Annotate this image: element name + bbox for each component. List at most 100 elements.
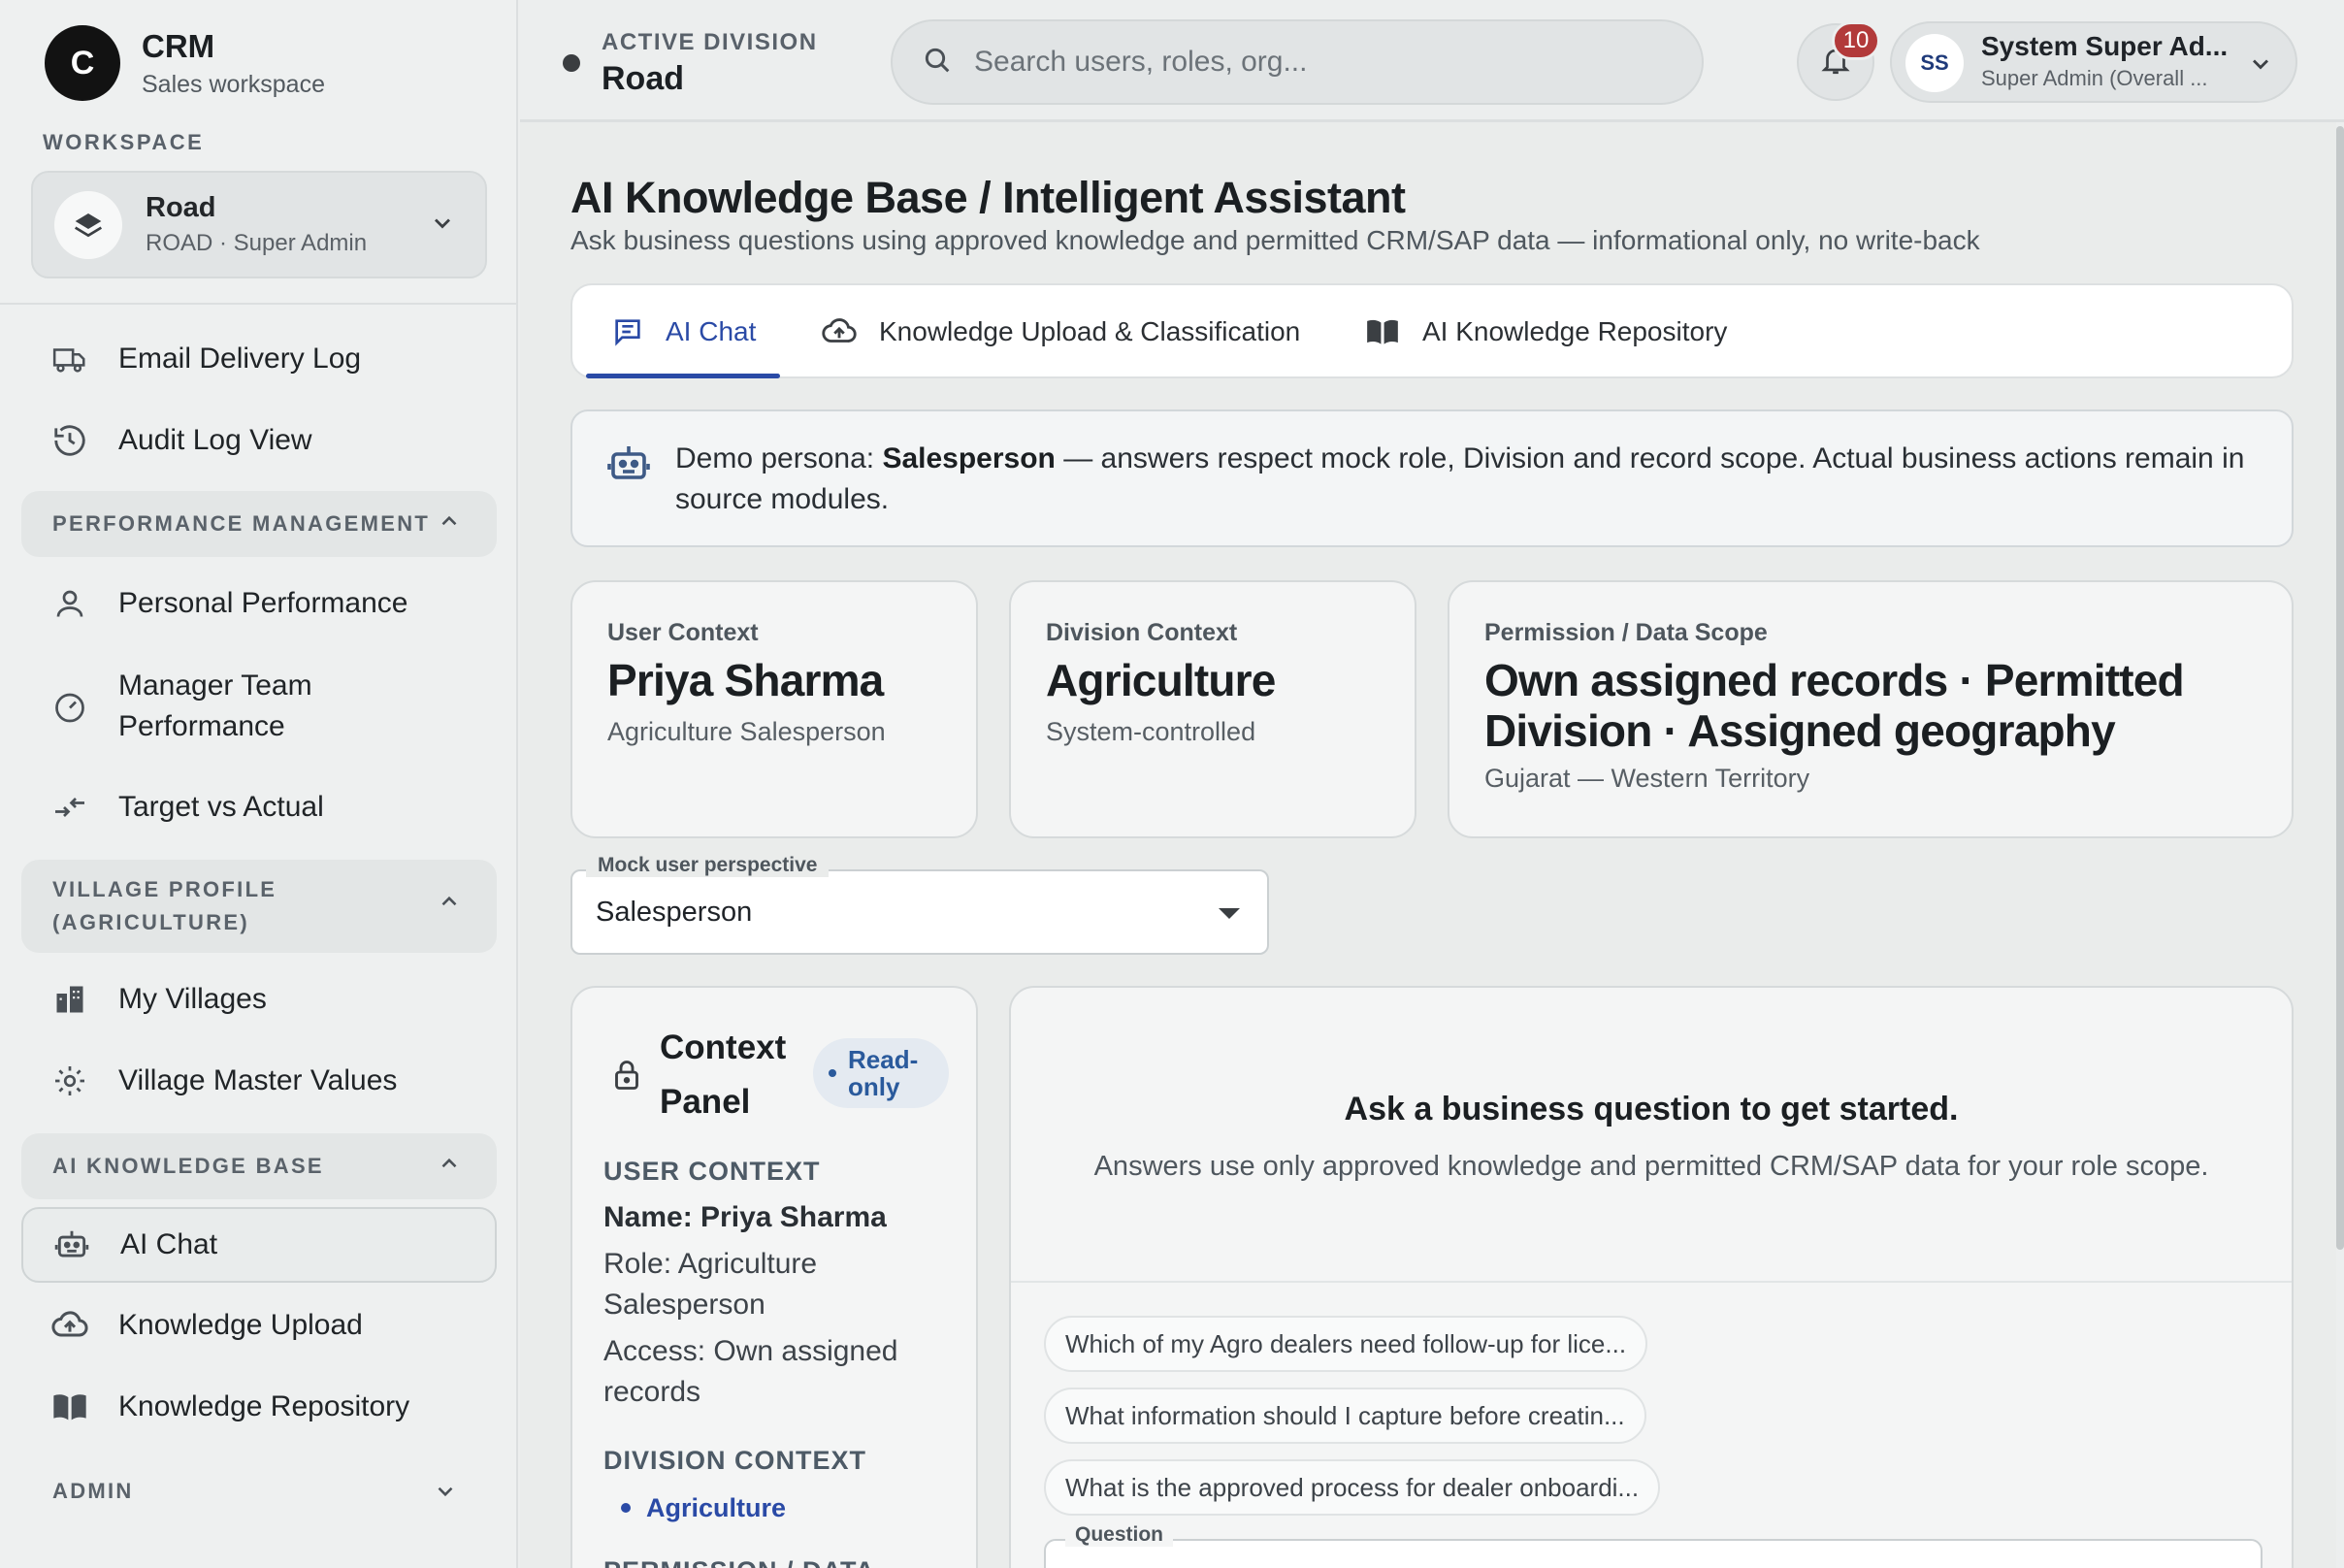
read-only-label: Read-only	[848, 1045, 919, 1101]
suggestion-chip[interactable]: What is the approved process for dealer …	[1044, 1459, 1661, 1516]
sidebar-item-label: Village Master Values	[118, 1064, 398, 1096]
cloud-upload-icon	[50, 1306, 89, 1345]
section-label: AI KNOWLEDGE BASE	[52, 1154, 324, 1178]
user-role-line: Role: Agriculture Salesperson	[603, 1248, 818, 1321]
history-icon	[50, 421, 89, 460]
division-chip: Agriculture	[621, 1486, 786, 1529]
card-subtext: Gujarat — Western Territory	[1484, 764, 1810, 793]
division-context-card: Division Context Agriculture System-cont…	[1009, 580, 1416, 838]
context-panel-title: Context Panel	[660, 1029, 787, 1121]
sidebar: C CRM Sales workspace WORKSPACE Road ROA…	[0, 0, 518, 1568]
sidebar-item-label: Personal Performance	[118, 587, 408, 619]
chat-empty-heading: Ask a business question to get started.	[1344, 1091, 1959, 1127]
sidebar-item-target-vs-actual[interactable]: Target vs Actual	[21, 776, 497, 838]
tab-ai-chat[interactable]: AI Chat	[611, 285, 756, 378]
persona-name: Salesperson	[882, 442, 1056, 474]
section-admin[interactable]: ADMIN	[52, 1479, 134, 1504]
section-performance-management[interactable]: PERFORMANCE MANAGEMENT	[21, 491, 497, 557]
division-context-heading: DIVISION CONTEXT	[603, 1446, 867, 1475]
chevron-down-icon	[2247, 50, 2274, 82]
mock-perspective-value: Salesperson	[596, 896, 753, 928]
sidebar-item-audit-log-view[interactable]: Audit Log View	[21, 411, 497, 470]
robot-icon	[605, 441, 652, 492]
sidebar-item-label: Email Delivery Log	[118, 343, 362, 375]
tab-bar: AI Chat Knowledge Upload & Classificatio…	[570, 283, 2294, 378]
book-icon	[50, 1388, 89, 1426]
sidebar-item-label: My Villages	[118, 983, 267, 1015]
sidebar-item-my-villages[interactable]: My Villages	[21, 968, 497, 1030]
card-label: User Context	[607, 619, 759, 646]
chevron-down-icon	[433, 1479, 458, 1509]
active-division-name: Road	[602, 60, 684, 97]
sidebar-item-ai-chat[interactable]: AI Chat	[21, 1207, 497, 1283]
search-input[interactable]	[974, 46, 1653, 79]
user-context-heading: USER CONTEXT	[603, 1157, 821, 1186]
brand-name: CRM	[142, 27, 215, 64]
page-title: AI Knowledge Base / Intelligent Assistan…	[570, 173, 1406, 222]
sidebar-item-knowledge-upload[interactable]: Knowledge Upload	[21, 1296, 497, 1355]
card-label: Permission / Data Scope	[1484, 619, 1768, 646]
user-name-line: Name: Priya Sharma	[603, 1197, 962, 1238]
chat-panel: Ask a business question to get started. …	[1009, 986, 2294, 1568]
card-value: Agriculture	[1046, 655, 1276, 705]
workspace-name: Road	[146, 192, 216, 223]
book-icon	[1364, 313, 1401, 350]
sidebar-item-label: Target vs Actual	[118, 791, 324, 823]
user-role: Super Admin (Overall ...	[1981, 66, 2208, 90]
sidebar-item-personal-performance[interactable]: Personal Performance	[21, 572, 497, 635]
tab-ai-knowledge-repository[interactable]: AI Knowledge Repository	[1364, 285, 1727, 378]
brand-logo: C	[45, 25, 120, 101]
division-status-dot	[563, 54, 580, 72]
tab-knowledge-upload[interactable]: Knowledge Upload & Classification	[821, 285, 1300, 378]
sidebar-item-label: Audit Log View	[118, 424, 312, 456]
mock-perspective-label: Mock user perspective	[586, 854, 830, 877]
section-label: VILLAGE PROFILE (AGRICULTURE)	[52, 877, 277, 934]
mock-perspective-select[interactable]: Salesperson	[570, 869, 1269, 955]
lock-icon	[609, 1056, 644, 1099]
card-label: Division Context	[1046, 619, 1238, 646]
chat-divider	[1011, 1281, 2292, 1283]
workspace-subtitle: ROAD · Super Admin	[146, 230, 368, 256]
layers-icon	[54, 190, 122, 259]
robot-icon	[52, 1225, 91, 1264]
suggestion-chip[interactable]: Which of my Agro dealers need follow-up …	[1044, 1316, 1648, 1372]
section-ai-knowledge-base[interactable]: AI KNOWLEDGE BASE	[21, 1133, 497, 1199]
name-label: Name:	[603, 1201, 701, 1233]
cloud-upload-icon	[821, 313, 858, 350]
sidebar-item-village-master-values[interactable]: Village Master Values	[21, 1050, 497, 1112]
card-subtext: System-controlled	[1046, 717, 1256, 746]
active-tab-indicator	[586, 374, 780, 378]
sidebar-item-label: Knowledge Repository	[118, 1390, 410, 1422]
page-subtitle: Ask business questions using approved kn…	[570, 225, 1980, 255]
tab-label: AI Chat	[666, 316, 757, 346]
brand-subtitle: Sales workspace	[142, 70, 325, 98]
suggestion-chip[interactable]: What information should I capture before…	[1044, 1388, 1646, 1444]
avatar: SS	[1905, 34, 1964, 92]
chat-icon	[611, 315, 644, 348]
question-input[interactable]	[1044, 1539, 2263, 1568]
user-menu[interactable]: SS System Super Ad... Super Admin (Overa…	[1890, 21, 2297, 103]
tab-label: Knowledge Upload & Classification	[879, 316, 1301, 346]
sidebar-divider	[0, 303, 516, 305]
sidebar-item-email-delivery-log[interactable]: Email Delivery Log	[21, 330, 497, 388]
chevron-down-icon	[429, 210, 456, 242]
section-village-profile[interactable]: VILLAGE PROFILE (AGRICULTURE)	[21, 860, 497, 953]
workspace-label: WORKSPACE	[43, 130, 205, 154]
sidebar-item-label: Knowledge Upload	[118, 1309, 363, 1341]
user-context-card: User Context Priya Sharma Agriculture Sa…	[570, 580, 978, 838]
persona-info-text: Demo persona: Salesperson — answers resp…	[675, 439, 2247, 520]
active-division-label: ACTIVE DIVISION	[602, 29, 818, 55]
chevron-up-icon	[437, 889, 462, 924]
division-chip-label: Agriculture	[646, 1492, 787, 1522]
workspace-selector[interactable]: Road ROAD · Super Admin	[31, 171, 487, 278]
user-access-line: Access: Own assigned records	[603, 1335, 898, 1408]
persona-info-prefix: Demo persona:	[675, 442, 883, 474]
sidebar-item-knowledge-repository[interactable]: Knowledge Repository	[21, 1378, 497, 1436]
chevron-up-icon	[437, 1151, 462, 1182]
sidebar-item-manager-team-performance[interactable]: Manager Team Performance	[21, 660, 497, 753]
compare-arrows-icon	[50, 788, 89, 827]
question-label: Question	[1065, 1523, 1174, 1547]
search-bar[interactable]	[891, 19, 1704, 105]
main-scrollbar[interactable]	[2336, 126, 2344, 1250]
tab-label: AI Knowledge Repository	[1422, 316, 1728, 346]
